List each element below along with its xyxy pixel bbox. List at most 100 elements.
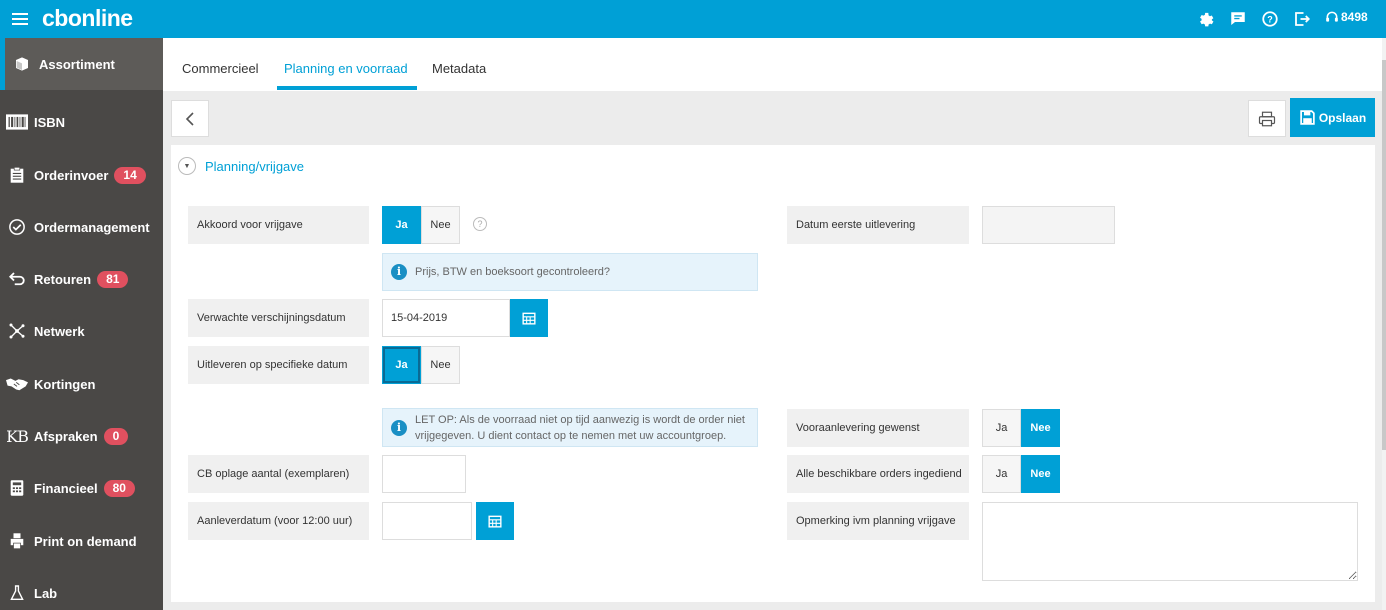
sidebar-item-label: Ordermanagement bbox=[34, 219, 150, 235]
sidebar-item-print-on-demand[interactable]: Print on demand bbox=[0, 515, 163, 567]
sidebar-item-label: ISBN bbox=[34, 114, 66, 130]
vooraanlevering-nee-button[interactable]: Nee bbox=[1021, 409, 1060, 447]
eerste-uitlevering-input bbox=[982, 206, 1115, 244]
specifieke-datum-ja-button[interactable]: Ja bbox=[382, 346, 421, 384]
scrollbar-thumb[interactable] bbox=[1382, 60, 1386, 450]
sidebar-item-label: Financieel bbox=[34, 480, 98, 496]
eerste-uitlevering-label: Datum eerste uitlevering bbox=[787, 206, 969, 244]
section-title: Planning/vrijgave bbox=[205, 158, 305, 174]
caret-down-icon: ▼ bbox=[178, 157, 196, 175]
verschijningsdatum-calendar-button[interactable] bbox=[510, 299, 548, 337]
tab-planning-en-voorraad[interactable]: Planning en voorraad bbox=[284, 61, 408, 76]
sidebar-item-retouren[interactable]: Retouren 81 bbox=[0, 253, 163, 305]
section-toggle-planning-vrijgave[interactable]: ▼ Planning/vrijgave bbox=[178, 157, 304, 175]
clipboard-icon bbox=[6, 165, 28, 185]
toolbar: Opslaan bbox=[171, 98, 1375, 138]
letop-info-box: i LET OP: Als de voorraad niet op tijd a… bbox=[382, 408, 758, 447]
sidebar-item-kortingen[interactable]: Kortingen bbox=[0, 358, 163, 410]
printer-icon bbox=[1258, 111, 1276, 126]
question-icon[interactable]: ? bbox=[473, 217, 487, 231]
specifieke-datum-toggle: Ja Nee bbox=[382, 346, 460, 384]
sidebar-item-label: Print on demand bbox=[34, 533, 137, 549]
handshake-icon bbox=[6, 374, 28, 394]
verschijningsdatum-input[interactable]: 15-04-2019 bbox=[382, 299, 510, 337]
save-button-label: Opslaan bbox=[1318, 110, 1367, 125]
calendar-icon bbox=[522, 312, 536, 325]
akkoord-toggle: Ja Nee bbox=[382, 206, 460, 244]
headset-icon bbox=[1326, 11, 1338, 22]
akkoord-info-box: i Prijs, BTW en boeksoort gecontroleerd? bbox=[382, 253, 758, 291]
return-icon bbox=[6, 269, 28, 289]
letop-info-text: LET OP: Als de voorraad niet op tijd aan… bbox=[415, 413, 745, 442]
aanleverdatum-input[interactable] bbox=[382, 502, 472, 540]
sidebar-item-netwerk[interactable]: Netwerk bbox=[0, 305, 163, 357]
chevron-left-icon bbox=[185, 111, 194, 126]
orders-ingediend-nee-button[interactable]: Nee bbox=[1021, 455, 1060, 493]
opmerking-label: Opmerking ivm planning vrijgave bbox=[787, 502, 969, 540]
top-bar: cbonline ? 8498 bbox=[0, 0, 1386, 38]
sidebar-item-isbn[interactable]: ISBN bbox=[0, 96, 163, 148]
sidebar-item-label: Assortiment bbox=[39, 56, 115, 72]
financieel-badge: 80 bbox=[103, 479, 135, 497]
sidebar-item-label: Netwerk bbox=[34, 323, 85, 339]
orderinvoer-badge: 14 bbox=[114, 166, 146, 184]
verschijningsdatum-label: Verwachte verschijningsdatum bbox=[188, 299, 369, 337]
retouren-badge: 81 bbox=[97, 270, 129, 288]
oplage-label: CB oplage aantal (exemplaren) bbox=[188, 455, 369, 493]
network-icon bbox=[6, 321, 28, 341]
opmerking-textarea[interactable] bbox=[982, 502, 1358, 581]
sidebar-item-ordermanagement[interactable]: Ordermanagement bbox=[0, 201, 163, 253]
menu-icon[interactable] bbox=[12, 10, 28, 26]
sidebar-item-afspraken[interactable]: KB Afspraken 0 bbox=[0, 410, 163, 462]
sidebar-item-label: Retouren bbox=[34, 271, 92, 287]
sidebar-item-financieel[interactable]: Financieel 80 bbox=[0, 462, 163, 514]
active-tab-indicator bbox=[277, 86, 417, 90]
calculator-icon bbox=[6, 478, 28, 498]
vooraanlevering-ja-button[interactable]: Ja bbox=[982, 409, 1021, 447]
save-button[interactable]: Opslaan bbox=[1290, 98, 1375, 137]
sidebar: Assortiment ISBN Orderinvoer 14 Orderman… bbox=[0, 38, 163, 610]
brand-logo[interactable]: cbonline bbox=[42, 5, 133, 32]
tab-metadata[interactable]: Metadata bbox=[432, 61, 486, 76]
planning-panel: ▼ Planning/vrijgave Akkoord voor vrijgav… bbox=[171, 145, 1375, 602]
calendar-icon bbox=[488, 515, 502, 528]
box-icon bbox=[11, 54, 33, 74]
user-indicator[interactable]: 8498 bbox=[1325, 10, 1368, 24]
user-id: 8498 bbox=[1341, 10, 1368, 24]
orders-ingediend-toggle: Ja Nee bbox=[982, 455, 1060, 493]
logout-icon[interactable] bbox=[1293, 10, 1311, 28]
vooraanlevering-toggle: Ja Nee bbox=[982, 409, 1060, 447]
vooraanlevering-label: Vooraanlevering gewenst bbox=[787, 409, 969, 447]
print-on-demand-icon bbox=[6, 531, 28, 551]
sidebar-item-label: Afspraken bbox=[34, 428, 98, 444]
info-icon: i bbox=[391, 419, 407, 436]
aanleverdatum-calendar-button[interactable] bbox=[476, 502, 514, 540]
specifieke-datum-nee-button[interactable]: Nee bbox=[421, 346, 460, 384]
sidebar-item-label: Orderinvoer bbox=[34, 167, 109, 183]
oplage-input[interactable] bbox=[382, 455, 466, 493]
akkoord-label: Akkoord voor vrijgave bbox=[188, 206, 369, 244]
tab-commercieel[interactable]: Commercieel bbox=[182, 61, 259, 76]
gear-icon[interactable] bbox=[1197, 10, 1215, 28]
flask-icon bbox=[6, 583, 28, 603]
check-circle-icon bbox=[6, 217, 28, 237]
kb-icon: KB bbox=[6, 426, 29, 446]
akkoord-ja-button[interactable]: Ja bbox=[382, 206, 421, 244]
print-button[interactable] bbox=[1248, 100, 1286, 137]
orders-ingediend-ja-button[interactable]: Ja bbox=[982, 455, 1021, 493]
floppy-disk-icon bbox=[1300, 110, 1315, 125]
barcode-icon bbox=[6, 112, 28, 132]
page-scrollbar[interactable] bbox=[1382, 38, 1386, 610]
info-icon: i bbox=[391, 264, 407, 280]
help-icon[interactable]: ? bbox=[1261, 10, 1279, 28]
back-button[interactable] bbox=[171, 100, 209, 137]
sidebar-item-orderinvoer[interactable]: Orderinvoer 14 bbox=[0, 149, 163, 201]
sidebar-item-label: Lab bbox=[34, 585, 58, 601]
aanleverdatum-label: Aanleverdatum (voor 12:00 uur) bbox=[188, 502, 369, 540]
akkoord-nee-button[interactable]: Nee bbox=[421, 206, 460, 244]
svg-text:?: ? bbox=[1267, 14, 1273, 24]
sidebar-item-assortiment[interactable]: Assortiment bbox=[0, 38, 163, 90]
sidebar-item-label: Kortingen bbox=[34, 376, 96, 392]
sidebar-item-lab[interactable]: Lab bbox=[0, 567, 163, 610]
chat-icon[interactable] bbox=[1229, 10, 1247, 28]
